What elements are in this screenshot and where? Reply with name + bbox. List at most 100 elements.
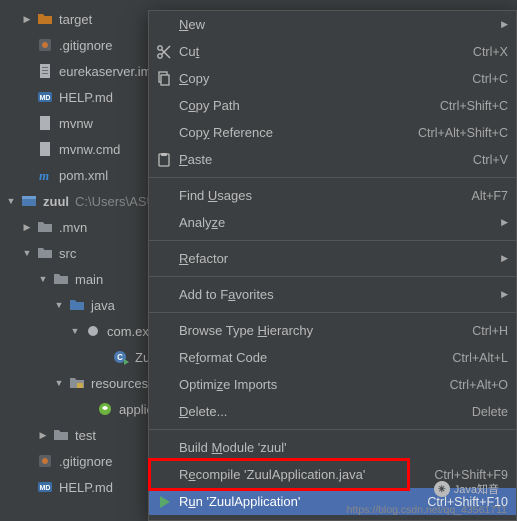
menu-item-label: Analyze <box>179 215 225 230</box>
menu-separator <box>149 177 516 178</box>
chevron-right-icon[interactable]: ▶ <box>36 428 50 442</box>
wechat-text: Java知音 <box>454 481 499 497</box>
watermark-text: https://blog.csdn.net/qq_43561711 <box>347 504 507 516</box>
menu-separator <box>149 276 516 277</box>
context-menu: New ▶ Cut Ctrl+X Copy Ctrl+C Copy Path Ctrl+Shi… <box>148 10 517 521</box>
tree-item-path: C:\Users\ASU <box>75 194 156 209</box>
menu-item-label: Paste <box>179 152 212 167</box>
tree-item-label: pom.xml <box>59 168 108 183</box>
menu-item-label: Cut <box>179 44 199 59</box>
tree-item-label: src <box>59 246 76 261</box>
menu-item-shortcut: Ctrl+C <box>472 72 508 86</box>
menu-item-label: Run 'ZuulApplication' <box>179 494 300 509</box>
chevron-right-icon[interactable]: ▶ <box>20 12 34 26</box>
menu-item-shortcut: Delete <box>472 405 508 419</box>
menu-item[interactable]: New ▶ <box>149 11 516 38</box>
menu-item[interactable]: Find Usages Alt+F7 <box>149 182 516 209</box>
menu-item-label: Recompile 'ZuulApplication.java' <box>179 467 365 482</box>
menu-item[interactable]: Browse Type Hierarchy Ctrl+H <box>149 317 516 344</box>
tree-item-label: .gitignore <box>59 38 112 53</box>
menu-item-label: Find Usages <box>179 188 252 203</box>
menu-item[interactable]: Cut Ctrl+X <box>149 38 516 65</box>
svg-text:m: m <box>39 168 49 183</box>
menu-item-shortcut: Ctrl+Shift+F9 <box>434 468 508 482</box>
menu-item-shortcut: Ctrl+Alt+Shift+C <box>418 126 508 140</box>
menu-item-shortcut: Alt+F7 <box>472 189 508 203</box>
submenu-arrow-icon: ▶ <box>501 289 508 300</box>
chevron-down-icon[interactable]: ▼ <box>52 298 66 312</box>
tree-item-label: mvnw.cmd <box>59 142 120 157</box>
gitignore-icon <box>36 453 54 469</box>
file-icon <box>36 141 54 157</box>
menu-item-label: Reformat Code <box>179 350 267 365</box>
menu-item-label: Build Module 'zuul' <box>179 440 287 455</box>
package-icon <box>84 323 102 339</box>
submenu-arrow-icon: ▶ <box>501 217 508 228</box>
menu-item-shortcut: Ctrl+H <box>472 324 508 338</box>
submenu-arrow-icon: ▶ <box>501 19 508 30</box>
menu-item[interactable]: Optimize ImportsCtrl+Alt+O <box>149 371 516 398</box>
file-text-icon <box>36 63 54 79</box>
menu-item[interactable]: Copy Ctrl+C <box>149 65 516 92</box>
menu-item[interactable]: Delete...Delete <box>149 398 516 425</box>
gitignore-icon <box>36 37 54 53</box>
menu-item[interactable]: Analyze ▶ <box>149 209 516 236</box>
tree-item-label: mvnw <box>59 116 93 131</box>
menu-item[interactable]: Add to Favorites ▶ <box>149 281 516 308</box>
md-icon: MD <box>36 89 54 105</box>
md-icon: MD <box>36 479 54 495</box>
wechat-badge: ✳ Java知音 <box>434 481 499 497</box>
tree-item-label: test <box>75 428 96 443</box>
menu-item[interactable]: Refactor▶ <box>149 245 516 272</box>
tree-item-label: eurekaserver.iml <box>59 64 154 79</box>
folder-icon <box>36 219 54 235</box>
wechat-icon: ✳ <box>434 481 450 497</box>
tree-item-label: HELP.md <box>59 90 113 105</box>
chevron-down-icon[interactable]: ▼ <box>4 194 18 208</box>
menu-separator <box>149 429 516 430</box>
menu-item-shortcut: Ctrl+V <box>473 153 508 167</box>
chevron-down-icon[interactable]: ▼ <box>20 246 34 260</box>
folder-orange-icon <box>36 11 54 27</box>
tree-item-label: zuul <box>43 194 69 209</box>
tree-item-label: target <box>59 12 92 27</box>
module-icon <box>20 193 38 209</box>
menu-item[interactable]: Paste Ctrl+V <box>149 146 516 173</box>
folder-src-icon <box>68 297 86 313</box>
svg-text:C: C <box>117 353 123 362</box>
svg-text:MD: MD <box>40 485 51 492</box>
paste-icon <box>156 152 172 168</box>
menu-item-label: New <box>179 17 205 32</box>
chevron-down-icon[interactable]: ▼ <box>68 324 82 338</box>
menu-item-label: Copy Reference <box>179 125 273 140</box>
folder-icon <box>52 427 70 443</box>
menu-item-label: Add to Favorites <box>179 287 274 302</box>
maven-icon: m <box>36 167 54 183</box>
menu-item-label: Copy Path <box>179 98 240 113</box>
folder-icon <box>36 245 54 261</box>
menu-item[interactable]: Reformat Code Ctrl+Alt+L <box>149 344 516 371</box>
file-icon <box>36 115 54 131</box>
menu-item-shortcut: Ctrl+X <box>473 45 508 59</box>
menu-item-label: Browse Type Hierarchy <box>179 323 313 338</box>
scissors-icon <box>156 44 172 60</box>
submenu-arrow-icon: ▶ <box>501 253 508 264</box>
menu-item-label: Copy <box>179 71 209 86</box>
menu-item[interactable]: Copy Reference Ctrl+Alt+Shift+C <box>149 119 516 146</box>
menu-separator <box>149 240 516 241</box>
tree-item-label: HELP.md <box>59 480 113 495</box>
tree-item-label: java <box>91 298 115 313</box>
folder-icon <box>52 271 70 287</box>
class-run-icon: C <box>112 349 130 365</box>
menu-item[interactable]: Build Module 'zuul' <box>149 434 516 461</box>
menu-item-shortcut: Ctrl+Alt+L <box>452 351 508 365</box>
tree-item-label: main <box>75 272 103 287</box>
menu-item[interactable]: Copy Path Ctrl+Shift+C <box>149 92 516 119</box>
run-icon <box>156 494 172 510</box>
tree-item-label: .gitignore <box>59 454 112 469</box>
folder-res-icon <box>68 375 86 391</box>
menu-item-shortcut: Ctrl+Shift+C <box>440 99 508 113</box>
chevron-down-icon[interactable]: ▼ <box>52 376 66 390</box>
chevron-right-icon[interactable]: ▶ <box>20 220 34 234</box>
chevron-down-icon[interactable]: ▼ <box>36 272 50 286</box>
